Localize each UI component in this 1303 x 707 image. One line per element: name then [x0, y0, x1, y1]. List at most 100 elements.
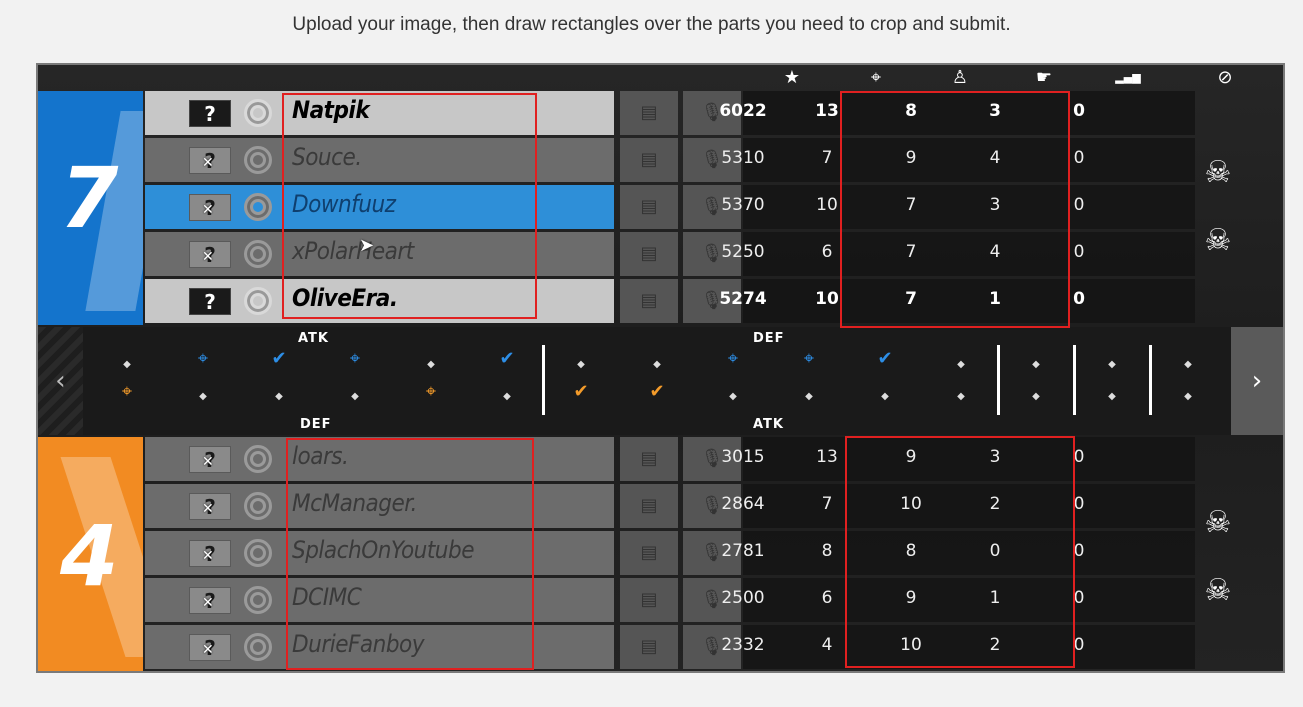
crop-rect-blue-stats[interactable]	[840, 91, 1070, 328]
unknown-operator-icon: ?✕	[189, 147, 231, 174]
chat-toggle-button[interactable]: ▤	[620, 484, 678, 528]
next-round-button[interactable]: ›	[1231, 327, 1283, 435]
uplay-icon	[244, 633, 272, 661]
blue-side-label: ATK	[298, 331, 329, 346]
uplay-icon	[244, 193, 272, 221]
chat-toggle-button[interactable]: ▤	[620, 625, 678, 669]
round-marker-icon: ◆	[1108, 391, 1116, 402]
round-marker-icon: ◆	[1184, 391, 1192, 402]
prev-round-button[interactable]: ‹	[38, 327, 83, 435]
uplay-icon	[244, 146, 272, 174]
player-score: 5274	[719, 289, 767, 309]
round-marker-icon: ◆	[957, 391, 965, 402]
chat-toggle-button[interactable]: ▤	[620, 437, 678, 481]
score-icon: ★	[783, 67, 801, 88]
round-marker-icon: ◆	[1032, 359, 1040, 370]
banned-icon: ⊘	[1217, 67, 1233, 88]
uplay-icon	[244, 539, 272, 567]
unknown-operator-icon: ?✕	[189, 194, 231, 221]
round-marker-icon: ◆	[653, 359, 661, 370]
uploaded-image-frame[interactable]: ★ ⌖ ♙ ☛ ▂▄▆ ⊘ 7 ?✕Natpik▤🎙602213830?✕Sou…	[36, 63, 1285, 673]
half-divider	[997, 345, 1000, 415]
player-score: 2864	[721, 494, 765, 514]
player-score: 5250	[721, 242, 765, 262]
round-marker-icon: ◆	[199, 391, 207, 402]
mouse-cursor-icon: ➤	[359, 235, 375, 256]
unknown-operator-icon: ?✕	[189, 540, 231, 567]
team-orange-badge: 4	[38, 437, 143, 671]
round-marker-icon: ◆	[1032, 391, 1040, 402]
chat-toggle-button[interactable]: ▤	[620, 185, 678, 229]
ping-icon: ▂▄▆	[1115, 71, 1141, 84]
instruction-text: Upload your image, then draw rectangles …	[292, 14, 1011, 35]
banned-operator-icon: ☠	[1204, 155, 1232, 190]
unknown-operator-icon: ?✕	[189, 634, 231, 661]
half-divider	[1073, 345, 1076, 415]
unknown-operator-icon: ?✕	[189, 493, 231, 520]
uplay-icon	[244, 586, 272, 614]
kills-icon: ⌖	[870, 67, 882, 88]
chat-toggle-button[interactable]: ▤	[620, 531, 678, 575]
round-kill-icon: ⌖	[425, 381, 437, 402]
orange-side-label: DEF	[300, 417, 332, 432]
team-blue-score: 7	[60, 149, 119, 247]
round-defuse-icon: ✔	[573, 381, 589, 402]
unknown-operator-icon: ?✕	[189, 587, 231, 614]
round-marker-icon: ◆	[123, 359, 131, 370]
round-kill-icon: ⌖	[121, 381, 133, 402]
round-kill-icon: ⌖	[727, 348, 739, 369]
uplay-icon	[244, 287, 272, 315]
crop-rect-blue-names[interactable]	[282, 93, 537, 319]
round-marker-icon: ◆	[577, 359, 585, 370]
unknown-operator-icon: ?✕	[189, 100, 231, 127]
crop-rect-orange-names[interactable]	[286, 438, 534, 670]
round-defuse-icon: ✔	[877, 348, 893, 369]
chat-toggle-button[interactable]: ▤	[620, 578, 678, 622]
player-score: 6022	[719, 101, 767, 121]
unknown-operator-icon: ?✕	[189, 446, 231, 473]
half-divider	[1149, 345, 1152, 415]
uplay-icon	[244, 240, 272, 268]
player-score: 2332	[721, 635, 765, 655]
round-marker-icon: ◆	[351, 391, 359, 402]
crop-rect-orange-stats[interactable]	[845, 436, 1075, 668]
round-defuse-icon: ✔	[271, 348, 287, 369]
round-history: ‹ ATK DEF DEF ATK ◆ ⌖ ✔ ⌖ ◆ ✔ ⌖ ◆ ◆ ◆ ⌖ ◆ ◆ ◆ ⌖ ⌖ ✔ ◆ ✔ ✔ ◆ ◆…	[38, 327, 1283, 435]
round-marker-icon: ◆	[1184, 359, 1192, 370]
round-marker-icon: ◆	[1108, 359, 1116, 370]
orange-side-label-2: ATK	[753, 417, 784, 432]
player-score: 2781	[721, 541, 765, 561]
chat-toggle-button[interactable]: ▤	[620, 279, 678, 323]
blue-side-label-2: DEF	[753, 331, 785, 346]
unknown-operator-icon: ?✕	[189, 288, 231, 315]
round-marker-icon: ◆	[427, 359, 435, 370]
round-marker-icon: ◆	[503, 391, 511, 402]
banned-operator-icon: ☠	[1204, 223, 1232, 258]
round-kill-icon: ⌖	[197, 348, 209, 369]
team-blue-badge: 7	[38, 91, 143, 325]
chat-toggle-button[interactable]: ▤	[620, 91, 678, 135]
round-marker-icon: ◆	[881, 391, 889, 402]
team-orange-score: 4	[60, 507, 119, 605]
uplay-icon	[244, 445, 272, 473]
player-score: 2500	[721, 588, 765, 608]
scoreboard: ★ ⌖ ♙ ☛ ▂▄▆ ⊘ 7 ?✕Natpik▤🎙602213830?✕Sou…	[38, 65, 1283, 671]
round-marker-icon: ◆	[275, 391, 283, 402]
round-marker-icon: ◆	[957, 359, 965, 370]
player-score: 3015	[721, 447, 765, 467]
chat-toggle-button[interactable]: ▤	[620, 138, 678, 182]
round-kill-icon: ⌖	[803, 348, 815, 369]
round-marker-icon: ◆	[805, 391, 813, 402]
deaths-icon: ☛	[1035, 67, 1053, 88]
chat-toggle-button[interactable]: ▤	[620, 232, 678, 276]
round-marker-icon: ◆	[729, 391, 737, 402]
uplay-icon	[244, 492, 272, 520]
round-kill-icon: ⌖	[349, 348, 361, 369]
half-divider	[542, 345, 545, 415]
round-defuse-icon: ✔	[649, 381, 665, 402]
uplay-icon	[244, 99, 272, 127]
banned-operator-icon: ☠	[1204, 505, 1232, 540]
unknown-operator-icon: ?✕	[189, 241, 231, 268]
player-score: 5310	[721, 148, 765, 168]
banned-operator-icon: ☠	[1204, 573, 1232, 608]
